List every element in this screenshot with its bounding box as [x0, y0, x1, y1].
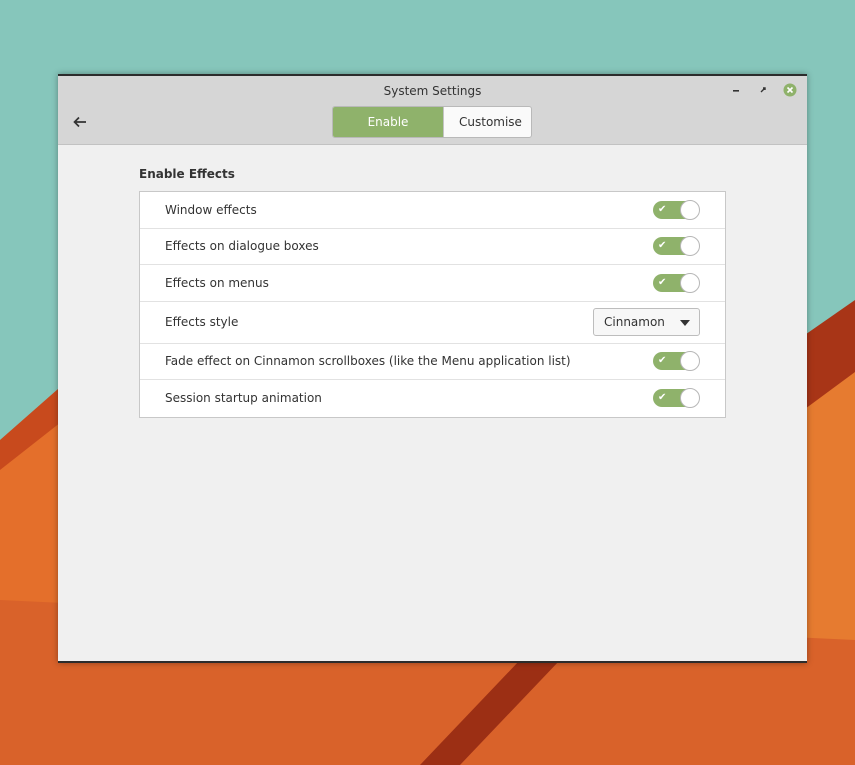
setting-label: Session startup animation [165, 391, 322, 406]
check-icon: ✔ [658, 392, 667, 404]
setting-row-dialogue-effects: Effects on dialogue boxes ✔ [140, 229, 725, 265]
setting-row-startup-animation: Session startup animation ✔ [140, 380, 725, 417]
menu-effects-switch[interactable]: ✔ [653, 272, 700, 293]
caret-down-icon [680, 320, 690, 326]
check-icon: ✔ [658, 276, 667, 288]
settings-window: System Settings Enable effects Customise… [58, 74, 807, 663]
effects-style-dropdown[interactable]: Cinnamon [593, 308, 700, 336]
check-icon: ✔ [658, 355, 667, 367]
switch-knob [680, 199, 700, 220]
dialogue-effects-switch[interactable]: ✔ [653, 236, 700, 257]
setting-label: Effects on menus [165, 275, 269, 290]
setting-label: Window effects [165, 202, 257, 217]
switch-knob [680, 236, 700, 257]
switch-knob [680, 272, 700, 293]
setting-label: Effects on dialogue boxes [165, 239, 319, 254]
settings-list: Window effects ✔ Effects on dialogue box… [139, 191, 726, 418]
back-arrow-icon[interactable] [70, 112, 90, 132]
setting-row-window-effects: Window effects ✔ [140, 192, 725, 229]
close-icon[interactable] [782, 82, 798, 98]
setting-label: Fade effect on Cinnamon scrollboxes (lik… [165, 354, 571, 369]
check-icon: ✔ [658, 240, 667, 252]
switch-knob [680, 351, 700, 372]
minimize-icon[interactable] [728, 82, 744, 98]
header-bar: System Settings Enable effects Customise [58, 76, 807, 145]
dropdown-value: Cinnamon [604, 315, 665, 329]
maximize-icon[interactable] [755, 82, 771, 98]
tab-enable-effects[interactable]: Enable effects [333, 107, 443, 137]
tab-switcher: Enable effects Customise [332, 106, 532, 138]
startup-animation-switch[interactable]: ✔ [653, 388, 700, 409]
window-title: System Settings [383, 84, 482, 98]
setting-row-effects-style: Effects style Cinnamon [140, 302, 725, 344]
fade-effect-switch[interactable]: ✔ [653, 351, 700, 372]
switch-knob [680, 388, 700, 409]
window-effects-switch[interactable]: ✔ [653, 199, 700, 220]
check-icon: ✔ [658, 203, 667, 215]
section-title: Enable Effects [139, 167, 235, 181]
setting-label: Effects style [165, 315, 239, 329]
setting-row-fade-effect: Fade effect on Cinnamon scrollboxes (lik… [140, 344, 725, 380]
setting-row-menu-effects: Effects on menus ✔ [140, 265, 725, 302]
tab-customise[interactable]: Customise [443, 107, 531, 137]
